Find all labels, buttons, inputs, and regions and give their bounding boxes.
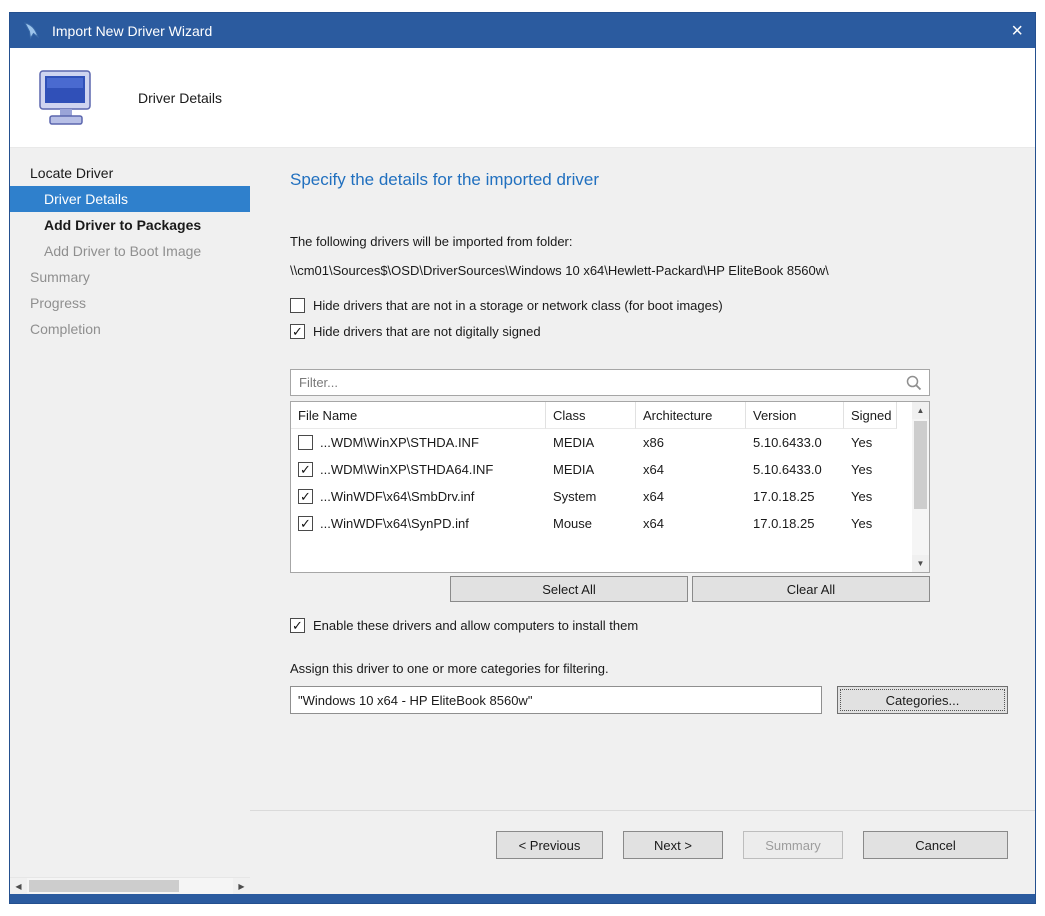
scrollbar-thumb[interactable] bbox=[29, 880, 179, 892]
wizard-footer: < Previous Next > Summary Cancel bbox=[250, 810, 1035, 894]
architecture-cell: x64 bbox=[636, 489, 746, 504]
computer-icon bbox=[36, 69, 98, 127]
clear-all-button[interactable]: Clear All bbox=[692, 576, 930, 602]
page-title: Driver Details bbox=[138, 90, 222, 106]
version-cell: 17.0.18.25 bbox=[746, 516, 844, 531]
scrollbar-track[interactable] bbox=[912, 419, 929, 555]
scrollbar-thumb[interactable] bbox=[914, 421, 927, 509]
table-row[interactable]: ...WinWDF\x64\SmbDrv.inf System x64 17.0… bbox=[291, 483, 929, 510]
checkbox-box[interactable] bbox=[290, 298, 305, 313]
hide-storage-network-checkbox[interactable]: Hide drivers that are not in a storage o… bbox=[290, 298, 1008, 313]
step-driver-details[interactable]: Driver Details bbox=[10, 186, 250, 212]
step-completion: Completion bbox=[10, 316, 250, 342]
class-cell: MEDIA bbox=[546, 435, 636, 450]
checkbox-box[interactable] bbox=[290, 618, 305, 633]
wizard-header: Driver Details bbox=[10, 48, 1035, 148]
checkbox-label: Enable these drivers and allow computers… bbox=[313, 618, 638, 633]
selection-buttons-row: Select All Clear All bbox=[290, 576, 930, 602]
signed-cell: Yes bbox=[844, 489, 897, 504]
architecture-cell: x64 bbox=[636, 462, 746, 477]
architecture-cell: x64 bbox=[636, 516, 746, 531]
category-intro-text: Assign this driver to one or more catego… bbox=[290, 661, 1008, 676]
next-button[interactable]: Next > bbox=[623, 831, 723, 859]
previous-button[interactable]: < Previous bbox=[496, 831, 603, 859]
enable-drivers-checkbox[interactable]: Enable these drivers and allow computers… bbox=[290, 618, 1008, 633]
signed-cell: Yes bbox=[844, 462, 897, 477]
table-vertical-scrollbar[interactable]: ▲ ▼ bbox=[912, 402, 929, 572]
scroll-up-icon[interactable]: ▲ bbox=[912, 402, 929, 419]
folder-path-text: \\cm01\Sources$\OSD\DriverSources\Window… bbox=[290, 263, 1008, 278]
hide-unsigned-checkbox[interactable]: Hide drivers that are not digitally sign… bbox=[290, 324, 1008, 339]
wizard-window: Import New Driver Wizard × Driver Detail… bbox=[9, 12, 1036, 904]
category-row: Categories... bbox=[290, 686, 1008, 714]
class-cell: Mouse bbox=[546, 516, 636, 531]
architecture-cell: x86 bbox=[636, 435, 746, 450]
row-checkbox[interactable] bbox=[298, 489, 313, 504]
step-add-driver-to-packages[interactable]: Add Driver to Packages bbox=[10, 212, 250, 238]
close-icon[interactable]: × bbox=[995, 21, 1023, 41]
row-checkbox[interactable] bbox=[298, 516, 313, 531]
column-header-version[interactable]: Version bbox=[746, 402, 844, 429]
scroll-down-icon[interactable]: ▼ bbox=[912, 555, 929, 572]
summary-button: Summary bbox=[743, 831, 843, 859]
scroll-left-icon[interactable]: ◀ bbox=[10, 878, 27, 894]
column-header-architecture[interactable]: Architecture bbox=[636, 402, 746, 429]
scroll-right-icon[interactable]: ▶ bbox=[233, 878, 250, 894]
table-header-row: File Name Class Architecture Version Sig… bbox=[291, 402, 929, 429]
filter-field bbox=[290, 369, 930, 396]
wizard-body: Locate Driver Driver Details Add Driver … bbox=[10, 148, 1035, 894]
class-cell: System bbox=[546, 489, 636, 504]
wizard-steps-sidebar: Locate Driver Driver Details Add Driver … bbox=[10, 148, 250, 894]
table-row[interactable]: ...WDM\WinXP\STHDA64.INF MEDIA x64 5.10.… bbox=[291, 456, 929, 483]
row-checkbox[interactable] bbox=[298, 462, 313, 477]
table-row[interactable]: ...WinWDF\x64\SynPD.inf Mouse x64 17.0.1… bbox=[291, 510, 929, 537]
row-checkbox[interactable] bbox=[298, 435, 313, 450]
search-icon bbox=[905, 374, 923, 392]
filter-input[interactable] bbox=[291, 375, 905, 390]
version-cell: 5.10.6433.0 bbox=[746, 462, 844, 477]
category-input[interactable] bbox=[290, 686, 822, 714]
categories-button[interactable]: Categories... bbox=[837, 686, 1008, 714]
file-name-cell: ...WDM\WinXP\STHDA.INF bbox=[320, 435, 479, 450]
file-name-cell: ...WinWDF\x64\SynPD.inf bbox=[320, 516, 469, 531]
step-add-driver-to-boot-image: Add Driver to Boot Image bbox=[10, 238, 250, 264]
column-header-class[interactable]: Class bbox=[546, 402, 636, 429]
version-cell: 17.0.18.25 bbox=[746, 489, 844, 504]
signed-cell: Yes bbox=[844, 435, 897, 450]
file-name-cell: ...WinWDF\x64\SmbDrv.inf bbox=[320, 489, 474, 504]
page-content: Specify the details for the imported dri… bbox=[250, 148, 1035, 810]
main-panel: Specify the details for the imported dri… bbox=[250, 148, 1035, 894]
file-name-cell: ...WDM\WinXP\STHDA64.INF bbox=[320, 462, 493, 477]
select-all-button[interactable]: Select All bbox=[450, 576, 688, 602]
step-locate-driver[interactable]: Locate Driver bbox=[10, 160, 250, 186]
step-progress: Progress bbox=[10, 290, 250, 316]
column-header-file-name[interactable]: File Name bbox=[291, 402, 546, 429]
checkbox-label: Hide drivers that are not in a storage o… bbox=[313, 298, 723, 313]
step-summary: Summary bbox=[10, 264, 250, 290]
table-row[interactable]: ...WDM\WinXP\STHDA.INF MEDIA x86 5.10.64… bbox=[291, 429, 929, 456]
version-cell: 5.10.6433.0 bbox=[746, 435, 844, 450]
sidebar-horizontal-scrollbar[interactable]: ◀ ▶ bbox=[10, 877, 250, 894]
wizard-icon bbox=[22, 21, 42, 41]
titlebar: Import New Driver Wizard × bbox=[10, 13, 1035, 48]
column-header-signed[interactable]: Signed bbox=[844, 402, 897, 429]
window-bottom-border bbox=[10, 894, 1035, 903]
page-heading: Specify the details for the imported dri… bbox=[290, 170, 1008, 190]
checkbox-box[interactable] bbox=[290, 324, 305, 339]
drivers-table: File Name Class Architecture Version Sig… bbox=[290, 401, 930, 573]
signed-cell: Yes bbox=[844, 516, 897, 531]
scrollbar-track[interactable] bbox=[27, 878, 233, 894]
class-cell: MEDIA bbox=[546, 462, 636, 477]
folder-intro-text: The following drivers will be imported f… bbox=[290, 234, 1008, 249]
checkbox-label: Hide drivers that are not digitally sign… bbox=[313, 324, 541, 339]
cancel-button[interactable]: Cancel bbox=[863, 831, 1008, 859]
window-title: Import New Driver Wizard bbox=[52, 23, 995, 39]
